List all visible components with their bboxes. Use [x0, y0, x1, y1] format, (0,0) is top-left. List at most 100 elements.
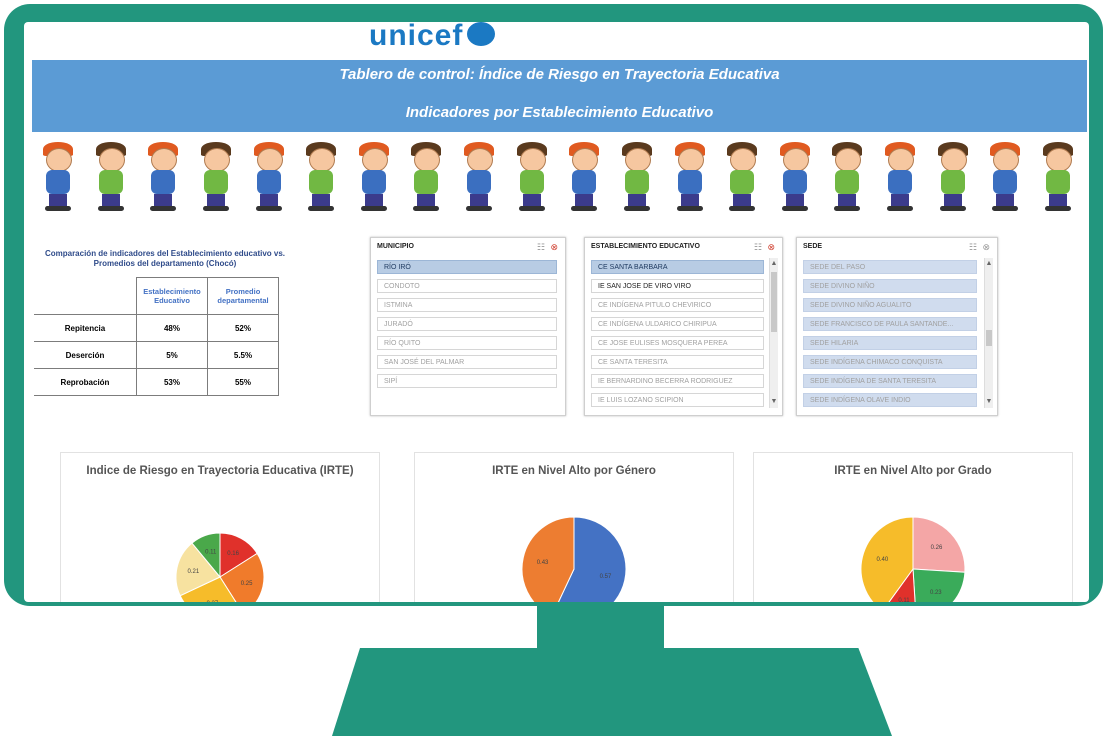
slicer-item[interactable]: SEDE DIVINO NIÑO: [803, 279, 977, 293]
slicer-item[interactable]: JURADÓ: [377, 317, 557, 331]
municipio-slicer-header: MUNICIPIO: [377, 243, 414, 250]
pie-slice: [912, 568, 966, 602]
dashboard-title: Tablero de control: Índice de Riesgo en …: [339, 66, 780, 83]
grado-chart-panel: IRTE en Nivel Alto por Grado 0.26 0.23 0.1…: [753, 452, 1073, 602]
multiselect-icon[interactable]: ☷: [537, 242, 545, 253]
slicer-item[interactable]: SEDE DIVINO NIÑO AGUALITO: [803, 298, 977, 312]
slicer-item[interactable]: ISTMINA: [377, 298, 557, 312]
genero-pie-chart: 0.57 0.43: [521, 516, 627, 602]
slicer-item[interactable]: SAN JOSÉ DEL PALMAR: [377, 355, 557, 369]
slicer-item[interactable]: SEDE HILARIA: [803, 336, 977, 350]
column-header-promedio: Promedio departamental: [207, 277, 279, 315]
table-row: Deserción 5% 5.5%: [34, 341, 279, 369]
table-corner: [34, 278, 137, 315]
pie-data-label: 0.27: [207, 601, 219, 602]
clear-filter-icon[interactable]: ⊗: [982, 242, 990, 253]
boy-illustration: [617, 142, 657, 212]
boy-illustration: [1038, 142, 1078, 212]
cell-establecimiento: 53%: [136, 368, 208, 396]
slicer-item[interactable]: SEDE INDÍGENA CHIMACO CONQUISTA: [803, 355, 977, 369]
slicer-item[interactable]: SEDE INDÍGENA OLAVE INDIO: [803, 393, 977, 407]
cell-promedio: 52%: [207, 314, 279, 342]
boy-illustration: [301, 142, 341, 212]
scroll-up-icon[interactable]: ▲: [985, 260, 993, 267]
cell-establecimiento: 48%: [136, 314, 208, 342]
girl-illustration: [985, 142, 1025, 212]
slicer-item[interactable]: CE SANTA TERESITA: [591, 355, 764, 369]
logo-text: unicef: [369, 22, 464, 52]
monitor-frame: unicef Tablero de control: Índice de Rie…: [4, 4, 1103, 606]
slicer-item[interactable]: IE BERNARDINO BECERRA RODRIGUEZ: [591, 374, 764, 388]
pie-data-label: 0.23: [930, 590, 942, 596]
cell-promedio: 5.5%: [207, 341, 279, 369]
slicer-item[interactable]: SEDE FRANCISCO DE PAULA SANTANDE...: [803, 317, 977, 331]
table-row: Reprobación 53% 55%: [34, 368, 279, 396]
slicer-item[interactable]: CE SANTA BARBARA: [591, 260, 764, 274]
girl-illustration: [459, 142, 499, 212]
irte-pie-chart: 0.16 0.25 0.27 0.21 0.11: [175, 532, 265, 602]
pie-data-label: 0.26: [931, 545, 943, 551]
scroll-down-icon[interactable]: ▼: [985, 398, 993, 405]
comparison-table: Establecimiento Educativo Promedio depar…: [34, 277, 279, 396]
irte-chart-panel: Indice de Riesgo en Trayectoria Educativ…: [60, 452, 380, 602]
scrollbar-thumb[interactable]: [986, 330, 992, 346]
pie-data-label: 0.11: [898, 598, 910, 602]
boy-illustration: [406, 142, 446, 212]
row-label: Reprobación: [34, 368, 137, 396]
girl-illustration: [775, 142, 815, 212]
table-row: Repitencia 48% 52%: [34, 314, 279, 342]
row-label: Repitencia: [34, 314, 137, 342]
monitor-stand-base: [332, 648, 892, 736]
dashboard-screen: unicef Tablero de control: Índice de Rie…: [24, 22, 1089, 602]
girl-illustration: [354, 142, 394, 212]
slicer-item[interactable]: RÍO QUITO: [377, 336, 557, 350]
slicer-item[interactable]: CONDOTO: [377, 279, 557, 293]
multiselect-icon[interactable]: ☷: [969, 242, 977, 253]
row-label: Deserción: [34, 341, 137, 369]
girl-illustration: [143, 142, 183, 212]
children-illustration-row: [38, 138, 1078, 212]
cell-promedio: 55%: [207, 368, 279, 396]
girl-illustration: [564, 142, 604, 212]
title-banner: Tablero de control: Índice de Riesgo en …: [32, 60, 1087, 132]
clear-filter-icon[interactable]: ⊗: [767, 242, 775, 253]
boy-illustration: [933, 142, 973, 212]
sede-slicer: SEDE ☷ ⊗ SEDE DEL PASO SEDE DIVINO NIÑO …: [796, 237, 998, 416]
boy-illustration: [196, 142, 236, 212]
slicer-item[interactable]: SIPÍ: [377, 374, 557, 388]
slicer-item[interactable]: IE SAN JOSE DE VIRO VIRO: [591, 279, 764, 293]
unicef-globe-icon: [467, 22, 496, 46]
boy-illustration: [827, 142, 867, 212]
girl-illustration: [249, 142, 289, 212]
slicer-item[interactable]: CE JOSE EULISES MOSQUERA PEREA: [591, 336, 764, 350]
column-header-establecimiento: Establecimiento Educativo: [136, 277, 208, 315]
pie-data-label: 0.57: [600, 574, 612, 580]
slicer-item[interactable]: CE INDÍGENA PITULO CHEVIRICO: [591, 298, 764, 312]
slicer-item[interactable]: CE INDÍGENA ULDARICO CHIRIPUA: [591, 317, 764, 331]
clear-filter-icon[interactable]: ⊗: [550, 242, 558, 253]
pie-data-label: 0.16: [227, 551, 239, 557]
pie-data-label: 0.25: [241, 581, 253, 587]
boy-illustration: [722, 142, 762, 212]
slicer-item[interactable]: IE LUIS LOZANO SCIPION: [591, 393, 764, 407]
comparison-title: Comparación de indicadores del Estableci…: [44, 249, 286, 268]
grado-pie-chart: 0.26 0.23 0.11 0.40: [860, 516, 966, 602]
scroll-down-icon[interactable]: ▼: [770, 398, 778, 405]
establecimiento-slicer-header: ESTABLECIMIENTO EDUCATIVO: [591, 243, 700, 250]
boy-illustration: [512, 142, 552, 212]
slicer-item[interactable]: SEDE INDÍGENA DE SANTA TERESITA: [803, 374, 977, 388]
slicer-item[interactable]: RÍO IRÓ: [377, 260, 557, 274]
pie-data-label: 0.21: [188, 569, 200, 575]
pie-data-label: 0.40: [876, 557, 888, 563]
genero-chart-panel: IRTE en Nivel Alto por Género 0.57 0.43: [414, 452, 734, 602]
municipio-slicer: MUNICIPIO ☷ ⊗ RÍO IRÓ CONDOTO ISTMINA JU…: [370, 237, 566, 416]
girl-illustration: [670, 142, 710, 212]
scroll-up-icon[interactable]: ▲: [770, 260, 778, 267]
slicer-item[interactable]: SEDE DEL PASO: [803, 260, 977, 274]
pie-data-label: 0.11: [205, 549, 217, 555]
girl-illustration: [38, 142, 78, 212]
boy-illustration: [91, 142, 131, 212]
scrollbar-thumb[interactable]: [771, 272, 777, 332]
multiselect-icon[interactable]: ☷: [754, 242, 762, 253]
sede-slicer-header: SEDE: [803, 243, 823, 250]
